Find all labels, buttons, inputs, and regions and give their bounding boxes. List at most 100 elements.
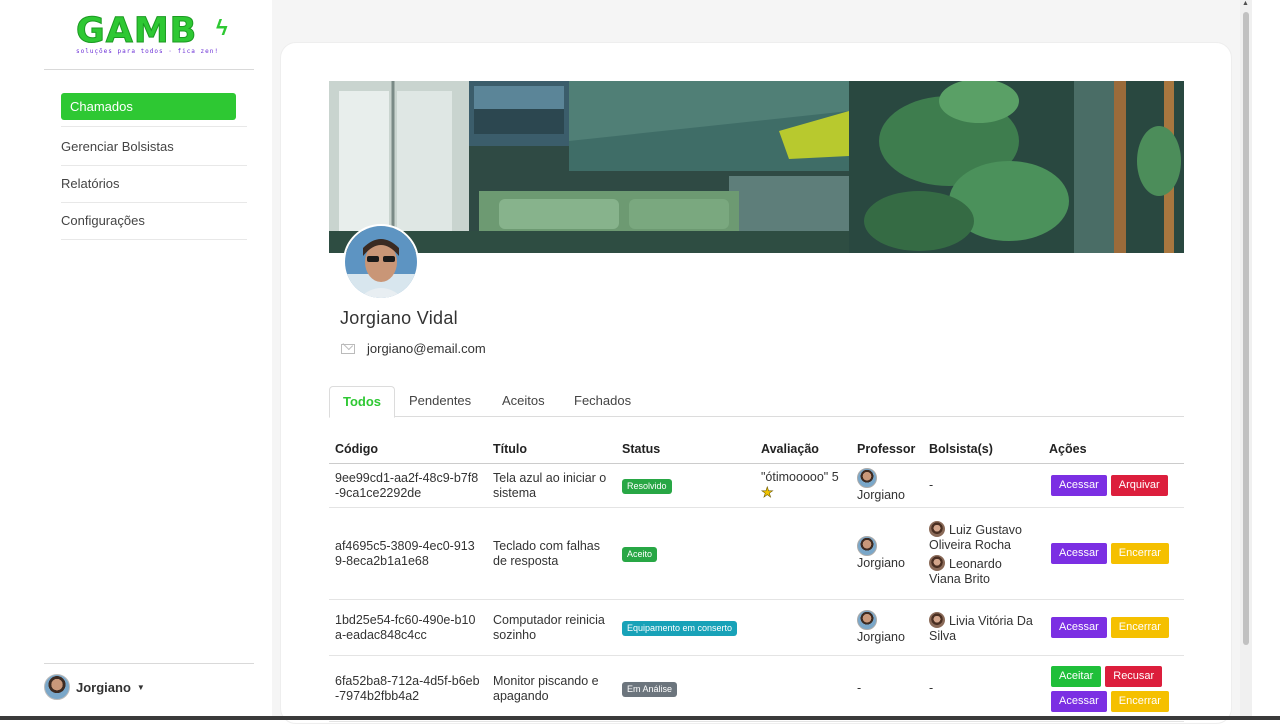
avatar bbox=[44, 674, 70, 700]
chamados-table: Código Título Status Avaliação Professor… bbox=[329, 435, 1184, 722]
cell-codigo: af4695c5-3809-4ec0-9139-8eca2b1a1e68 bbox=[329, 507, 487, 600]
cell-codigo: 9ee99cd1-aa2f-48c9-b7f8-9ca1ce2292de bbox=[329, 463, 487, 508]
page-scrollbar[interactable]: ▲ bbox=[1240, 0, 1252, 716]
cell-status: Equipamento em conserto bbox=[616, 599, 755, 656]
cell-status: Aceito bbox=[616, 507, 755, 600]
table-row: 6fa52ba8-712a-4d5f-b6eb-7974b2fbb4a2 Moni… bbox=[329, 655, 1184, 722]
cell-codigo: 6fa52ba8-712a-4d5f-b6eb-7974b2fbb4a2 bbox=[329, 655, 487, 722]
cell-professor: Jorgiano bbox=[851, 599, 923, 656]
gamb-logo[interactable]: GAMB ϟ soluções para todos · fica zen! bbox=[76, 12, 228, 60]
logo-wordmark: GAMB bbox=[76, 11, 198, 51]
bolsista-item: Luiz Gustavo Oliveira Rocha bbox=[929, 520, 1037, 553]
professor-name: Jorgiano bbox=[857, 630, 905, 644]
col-header-avaliacao: Avaliação bbox=[755, 435, 851, 464]
col-header-status: Status bbox=[616, 435, 755, 464]
cell-titulo: Teclado com falhas de resposta bbox=[487, 507, 616, 600]
sidebar-item-relatorios[interactable]: Relatórios bbox=[61, 166, 247, 203]
cell-titulo: Monitor piscando e apagando bbox=[487, 655, 616, 722]
cell-bolsistas: - bbox=[923, 655, 1043, 722]
encerrar-button[interactable]: Encerrar bbox=[1110, 690, 1169, 712]
mail-icon bbox=[341, 343, 355, 354]
status-badge: Aceito bbox=[622, 546, 658, 562]
profile-email: jorgiano@email.com bbox=[367, 341, 486, 356]
cell-bolsistas: Luiz Gustavo Oliveira Rocha Leonardo Vian… bbox=[923, 507, 1043, 600]
cell-acoes: Acessar Arquivar bbox=[1043, 463, 1184, 508]
acessar-button[interactable]: Acessar bbox=[1051, 690, 1107, 712]
aceitar-button[interactable]: Aceitar bbox=[1051, 665, 1102, 687]
col-header-professor: Professor bbox=[851, 435, 923, 464]
col-header-acoes: Ações bbox=[1043, 435, 1184, 464]
sidebar-item-configuracoes[interactable]: Configurações bbox=[61, 203, 247, 240]
cell-avaliacao: "ótimooooo" 5 ★ bbox=[755, 463, 851, 508]
cell-status: Em Análise bbox=[616, 655, 755, 722]
tab-todos[interactable]: Todos bbox=[329, 386, 395, 418]
cell-acoes: Aceitar Recusar Acessar Encerrar bbox=[1043, 655, 1184, 722]
window-bottom-edge bbox=[0, 716, 1280, 720]
caret-down-icon: ▼ bbox=[136, 682, 145, 692]
cell-codigo: 1bd25e54-fc60-490e-b10a-eadac848c4cc bbox=[329, 599, 487, 656]
cell-avaliacao bbox=[755, 599, 851, 656]
professor-name: Jorgiano bbox=[857, 488, 905, 502]
sidebar-divider bbox=[44, 69, 254, 70]
encerrar-button[interactable]: Encerrar bbox=[1110, 617, 1169, 638]
professor-name: Jorgiano bbox=[857, 556, 905, 570]
col-header-bolsistas: Bolsista(s) bbox=[923, 435, 1043, 464]
scrollbar-thumb[interactable] bbox=[1243, 12, 1249, 645]
sidebar-divider bbox=[61, 126, 247, 127]
cell-avaliacao bbox=[755, 655, 851, 722]
profile-name: Jorgiano Vidal bbox=[340, 308, 458, 328]
avatar bbox=[857, 610, 877, 630]
cell-avaliacao bbox=[755, 507, 851, 600]
profile-card: Jorgiano Vidal jorgiano@email.com Todos … bbox=[280, 42, 1232, 724]
table-header-row: Código Título Status Avaliação Professor… bbox=[329, 435, 1184, 464]
cell-titulo: Tela azul ao iniciar o sistema bbox=[487, 463, 616, 508]
avatar bbox=[929, 611, 945, 628]
user-menu[interactable]: Jorgiano ▼ bbox=[44, 674, 145, 700]
col-header-titulo: Título bbox=[487, 435, 616, 464]
cell-professor: Jorgiano bbox=[851, 507, 923, 600]
professor-name: - bbox=[857, 681, 862, 695]
table-row: af4695c5-3809-4ec0-9139-8eca2b1a1e68 Tecl… bbox=[329, 507, 1184, 600]
col-header-codigo: Código bbox=[329, 435, 487, 464]
table-row: 9ee99cd1-aa2f-48c9-b7f8-9ca1ce2292de Tela… bbox=[329, 463, 1184, 508]
cell-bolsistas: - bbox=[923, 463, 1043, 508]
sidebar-item-gerenciar-bolsistas[interactable]: Gerenciar Bolsistas bbox=[61, 129, 247, 166]
plug-icon: ϟ bbox=[216, 15, 228, 40]
sidebar: GAMB ϟ soluções para todos · fica zen! C… bbox=[30, 0, 273, 716]
bolsista-empty: - bbox=[929, 681, 934, 695]
scroll-up-arrow-icon[interactable]: ▲ bbox=[1242, 0, 1249, 7]
profile-avatar bbox=[343, 224, 419, 300]
star-icon: ★ bbox=[761, 484, 774, 500]
avatar bbox=[857, 536, 877, 556]
tab-aceitos[interactable]: Aceitos bbox=[502, 386, 545, 416]
logo-tagline: soluções para todos · fica zen! bbox=[76, 48, 219, 55]
cell-professor: - bbox=[851, 655, 923, 722]
cell-status: Resolvido bbox=[616, 463, 755, 508]
window-left-edge bbox=[0, 0, 30, 720]
tab-pendentes[interactable]: Pendentes bbox=[409, 386, 471, 416]
cell-professor: Jorgiano bbox=[851, 463, 923, 508]
profile-email-row: jorgiano@email.com bbox=[341, 341, 486, 356]
arquivar-button[interactable]: Arquivar bbox=[1110, 475, 1168, 496]
recusar-button[interactable]: Recusar bbox=[1105, 665, 1163, 687]
acessar-button[interactable]: Acessar bbox=[1051, 543, 1107, 564]
cell-bolsistas: Livia Vitória Da Silva bbox=[923, 599, 1043, 656]
bolsista-empty: - bbox=[929, 478, 934, 492]
bolsista-item: Livia Vitória Da Silva bbox=[929, 611, 1037, 644]
cell-titulo: Computador reinicia sozinho bbox=[487, 599, 616, 656]
avatar bbox=[857, 468, 877, 488]
sidebar-item-chamados[interactable]: Chamados bbox=[61, 93, 236, 120]
acessar-button[interactable]: Acessar bbox=[1051, 475, 1107, 496]
bolsista-item: Leonardo Viana Brito bbox=[929, 554, 1037, 587]
encerrar-button[interactable]: Encerrar bbox=[1110, 543, 1169, 564]
avatar bbox=[929, 520, 945, 537]
acessar-button[interactable]: Acessar bbox=[1051, 617, 1107, 638]
cell-acoes: Acessar Encerrar bbox=[1043, 599, 1184, 656]
table-row: 1bd25e54-fc60-490e-b10a-eadac848c4cc Comp… bbox=[329, 599, 1184, 656]
status-badge: Resolvido bbox=[622, 478, 672, 494]
tab-fechados[interactable]: Fechados bbox=[574, 386, 631, 416]
status-tabs: Todos Pendentes Aceitos Fechados bbox=[329, 386, 1184, 418]
cell-acoes: Acessar Encerrar bbox=[1043, 507, 1184, 600]
rating-text: "ótimooooo" 5 bbox=[761, 470, 839, 484]
status-badge: Em Análise bbox=[622, 681, 678, 697]
